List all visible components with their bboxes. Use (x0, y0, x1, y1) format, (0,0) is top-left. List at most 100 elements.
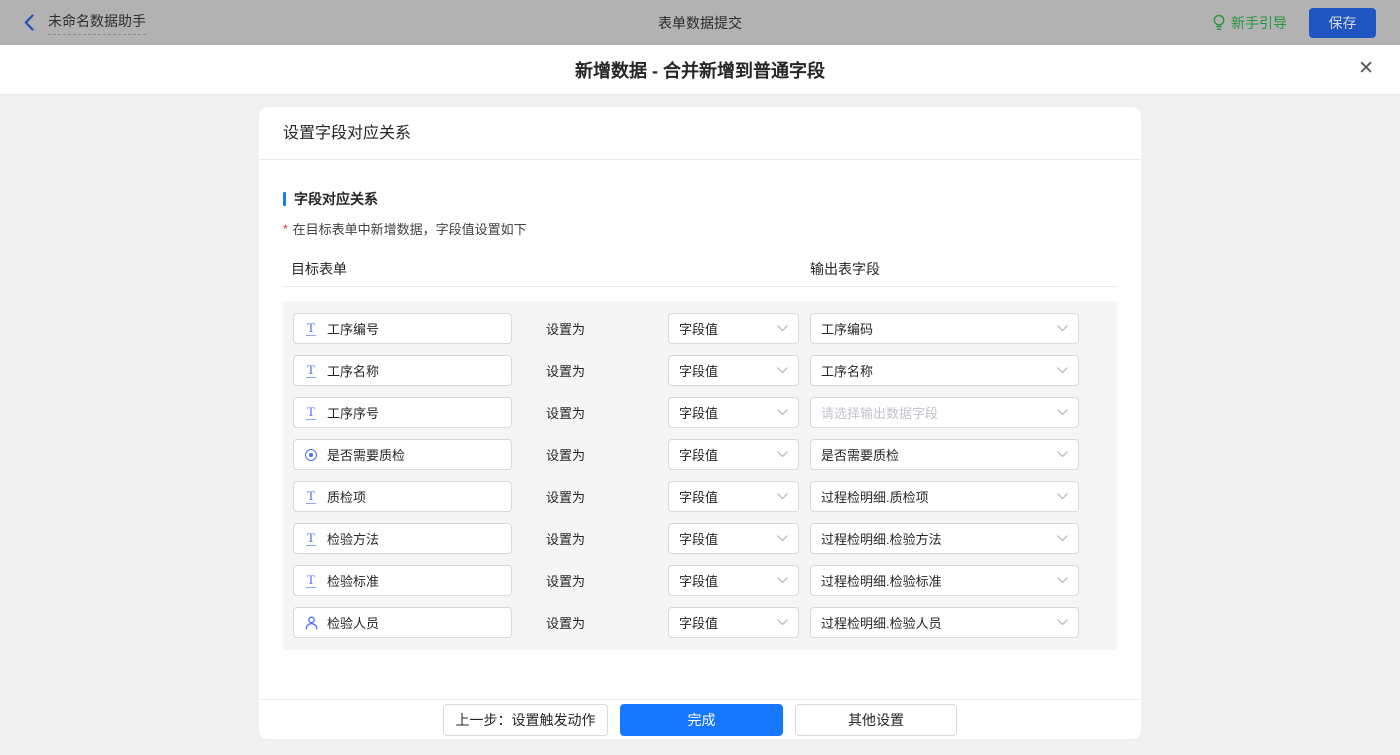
value-method-select[interactable]: 字段值 (668, 397, 799, 428)
dialog-header: 新增数据 - 合并新增到普通字段 ✕ (0, 45, 1400, 95)
value-method-select[interactable]: 字段值 (668, 313, 799, 344)
target-field-input[interactable]: T 检验方法 (293, 523, 512, 554)
field-mapping-row: T 是否需要质检 设置为 字段值 是否需要质检 (293, 439, 1107, 470)
text-field-icon: T (304, 489, 318, 504)
target-field-label: 检验人员 (327, 613, 379, 632)
topbar-right: 新手引导 保存 (1212, 8, 1376, 38)
target-field-input[interactable]: T 检验人员 (293, 607, 512, 638)
value-method-select[interactable]: 字段值 (668, 523, 799, 554)
chevron-down-icon (1057, 535, 1068, 542)
prev-step-button[interactable]: 上一步：设置触发动作 (443, 704, 608, 736)
set-as-label: 设置为 (546, 445, 590, 464)
back-button[interactable] (24, 14, 34, 31)
chevron-down-icon (1057, 619, 1068, 626)
value-method-selected: 字段值 (679, 613, 718, 632)
value-method-select[interactable]: 字段值 (668, 439, 799, 470)
field-mapping-row: T 工序编号 设置为 字段值 工序编码 (293, 313, 1107, 344)
field-mapping-row: T 检验标准 设置为 字段值 过程检明细.检验标准 (293, 565, 1107, 596)
target-field-input[interactable]: T 工序编号 (293, 313, 512, 344)
set-as-label: 设置为 (546, 403, 590, 422)
value-method-selected: 字段值 (679, 529, 718, 548)
chevron-down-icon (777, 577, 788, 584)
set-as-label: 设置为 (546, 529, 590, 548)
value-method-select[interactable]: 字段值 (668, 355, 799, 386)
assistant-name-editable[interactable]: 未命名数据助手 (48, 11, 146, 35)
output-field-select[interactable]: 过程检明细.检验人员 (810, 607, 1079, 638)
output-field-select[interactable]: 过程检明细.检验标准 (810, 565, 1079, 596)
target-field-input[interactable]: T 质检项 (293, 481, 512, 512)
beginner-guide-link[interactable]: 新手引导 (1212, 13, 1287, 33)
text-field-icon: T (304, 363, 318, 378)
required-asterisk: * (283, 222, 288, 236)
guide-label: 新手引导 (1231, 13, 1287, 33)
radio-field-icon (304, 449, 318, 461)
text-field-icon: T (304, 573, 318, 588)
target-field-input[interactable]: T 工序名称 (293, 355, 512, 386)
target-field-label: 检验标准 (327, 571, 379, 590)
output-field-selected: 请选择输出数据字段 (821, 403, 938, 422)
target-field-input[interactable]: T 工序序号 (293, 397, 512, 428)
output-field-select[interactable]: 工序编码 (810, 313, 1079, 344)
text-field-icon: T (304, 321, 318, 336)
card-footer: 上一步：设置触发动作 完成 其他设置 (259, 699, 1141, 739)
section-accent-bar (283, 192, 286, 206)
note-text: 在目标表单中新增数据，字段值设置如下 (293, 219, 527, 238)
close-icon[interactable]: ✕ (1358, 59, 1374, 78)
column-headers: 目标表单 输出表字段 (283, 259, 1117, 278)
output-field-select[interactable]: 请选择输出数据字段 (810, 397, 1079, 428)
target-field-input[interactable]: T 是否需要质检 (293, 439, 512, 470)
field-mapping-row: T 工序名称 设置为 字段值 工序名称 (293, 355, 1107, 386)
output-field-selected: 过程检明细.检验人员 (821, 613, 942, 632)
section-title: 字段对应关系 (283, 189, 1117, 209)
value-method-selected: 字段值 (679, 445, 718, 464)
section-note: * 在目标表单中新增数据，字段值设置如下 (283, 219, 1117, 238)
chevron-down-icon (777, 451, 788, 458)
chevron-down-icon (1057, 409, 1068, 416)
set-as-label: 设置为 (546, 361, 590, 380)
card-body: 字段对应关系 * 在目标表单中新增数据，字段值设置如下 目标表单 输出表字段 T (259, 160, 1141, 699)
set-as-label: 设置为 (546, 487, 590, 506)
target-field-label: 工序编号 (327, 319, 379, 338)
output-field-select[interactable]: 工序名称 (810, 355, 1079, 386)
save-button[interactable]: 保存 (1309, 8, 1376, 38)
output-field-selected: 过程检明细.检验方法 (821, 529, 942, 548)
chevron-down-icon (777, 325, 788, 332)
value-method-selected: 字段值 (679, 361, 718, 380)
field-mapping-row: T 检验方法 设置为 字段值 过程检明细.检验方法 (293, 523, 1107, 554)
target-field-label: 是否需要质检 (327, 445, 405, 464)
set-as-label: 设置为 (546, 613, 590, 632)
chevron-down-icon (777, 535, 788, 542)
output-field-select[interactable]: 过程检明细.质检项 (810, 481, 1079, 512)
chevron-down-icon (777, 367, 788, 374)
other-settings-button[interactable]: 其他设置 (795, 704, 957, 736)
finish-button[interactable]: 完成 (620, 704, 783, 736)
dialog-title: 新增数据 - 合并新增到普通字段 (575, 57, 825, 83)
output-field-select[interactable]: 过程检明细.检验方法 (810, 523, 1079, 554)
column-output-field: 输出表字段 (810, 259, 880, 279)
target-field-input[interactable]: T 检验标准 (293, 565, 512, 596)
lightbulb-icon (1212, 14, 1226, 31)
value-method-select[interactable]: 字段值 (668, 481, 799, 512)
chevron-down-icon (1057, 367, 1068, 374)
dialog-body: 设置字段对应关系 字段对应关系 * 在目标表单中新增数据，字段值设置如下 目标表… (0, 95, 1400, 755)
target-field-label: 质检项 (327, 487, 366, 506)
footer-spacer (283, 650, 1117, 699)
value-method-select[interactable]: 字段值 (668, 565, 799, 596)
value-method-selected: 字段值 (679, 571, 718, 590)
text-field-icon: T (304, 405, 318, 420)
field-mapping-row: T 检验人员 设置为 字段值 过程检明细.检验人员 (293, 607, 1107, 638)
output-field-select[interactable]: 是否需要质检 (810, 439, 1079, 470)
topbar-left: 未命名数据助手 (24, 11, 146, 35)
field-mapping-panel: T 工序编号 设置为 字段值 工序编码 T (283, 301, 1117, 650)
value-method-selected: 字段值 (679, 403, 718, 422)
output-field-selected: 过程检明细.检验标准 (821, 571, 942, 590)
chevron-down-icon (777, 619, 788, 626)
topbar: 未命名数据助手 表单数据提交 新手引导 保存 (0, 0, 1400, 45)
value-method-selected: 字段值 (679, 487, 718, 506)
set-as-label: 设置为 (546, 571, 590, 590)
value-method-select[interactable]: 字段值 (668, 607, 799, 638)
target-field-label: 工序名称 (327, 361, 379, 380)
chevron-down-icon (1057, 577, 1068, 584)
section-title-label: 字段对应关系 (294, 189, 378, 209)
chevron-down-icon (777, 493, 788, 500)
